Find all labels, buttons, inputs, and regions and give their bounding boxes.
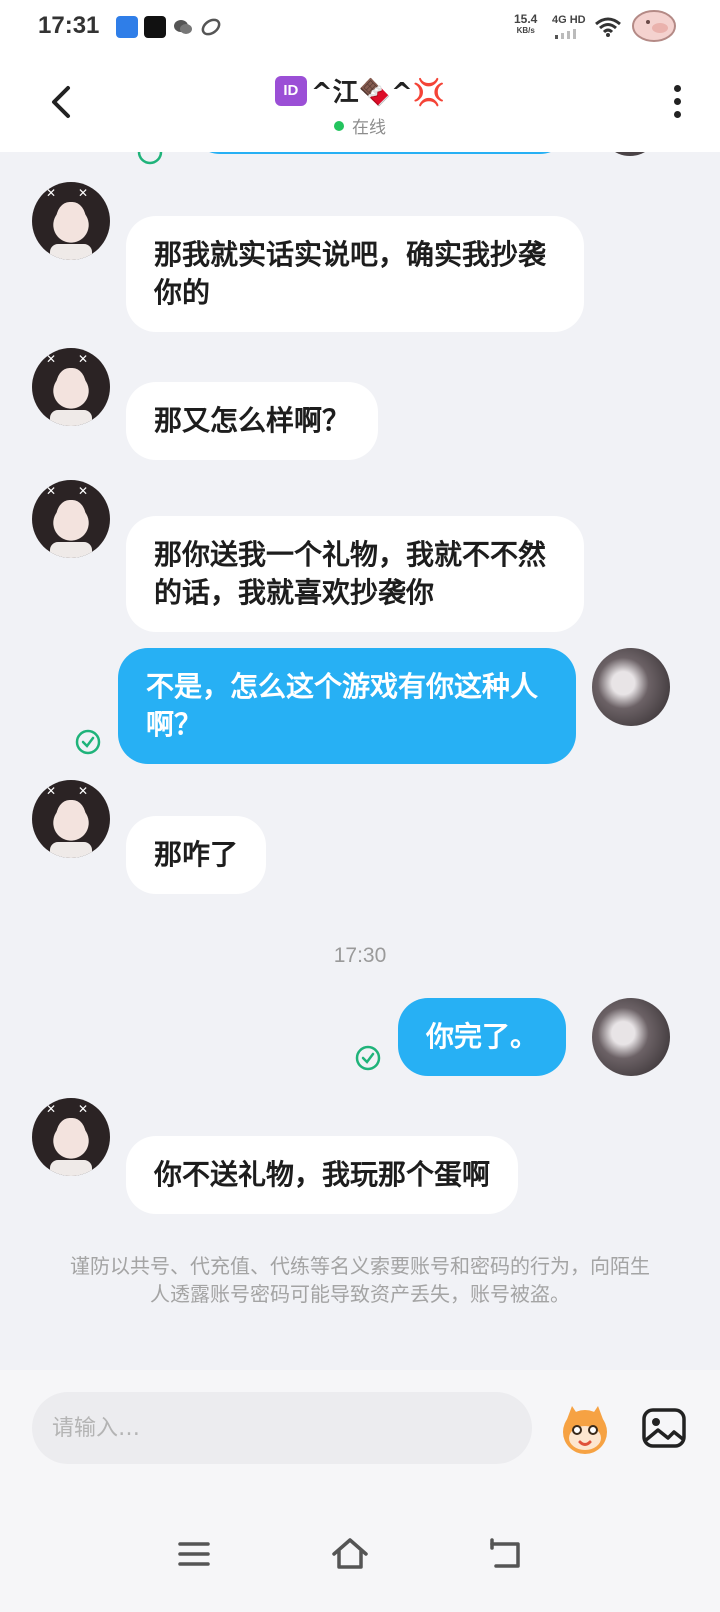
contact-avatar[interactable]: ✕✕ [32, 1098, 110, 1176]
id-badge: ID [274, 75, 307, 106]
network-speed-value: 15.4 [514, 12, 538, 26]
message-timestamp: 17:30 [333, 944, 387, 967]
network-speed-unit: KB/s [516, 26, 535, 35]
read-check-icon [137, 152, 163, 165]
message-bubble-outgoing[interactable]: 不是，怎么这个游戏有你这种人啊？ [118, 648, 576, 764]
message-bubble-incoming[interactable]: 那我就实话实说吧，确实我抄袭你的 [126, 216, 584, 332]
avatar-face [56, 500, 86, 540]
contact-avatar[interactable]: ✕✕ [32, 182, 110, 260]
safety-notice: 谨防以共号、代充值、代练等名义索要账号和密码的行为，向陌生人透露账号密码可能导致… [70, 1254, 650, 1306]
my-avatar[interactable] [592, 998, 670, 1076]
battery-icon [632, 10, 676, 42]
avatar-face [56, 202, 86, 242]
avatar-ears: ✕✕ [46, 1102, 110, 1116]
online-status: 在线 [334, 113, 386, 138]
avatar-face [56, 368, 86, 408]
partial-message-bubble [190, 152, 570, 154]
avatar-collar [50, 410, 92, 426]
online-status-label: 在线 [352, 118, 386, 138]
contact-avatar[interactable]: ✕✕ [32, 780, 110, 858]
chat-message-list[interactable]: ✕✕ 那我就实话实说吧，确实我抄袭你的 ✕✕ 那又怎么样啊？ ✕✕ 那你送我一个… [0, 152, 720, 1370]
chat-title[interactable]: ID ^江🍫^💢 [274, 72, 446, 109]
app-notification-icon [144, 16, 166, 38]
message-bubble-incoming[interactable]: 那你送我一个礼物，我就不不然的话，我就喜欢抄袭你 [126, 516, 584, 632]
avatar-face [56, 800, 86, 840]
avatar-collar [50, 1160, 92, 1176]
read-check-icon [355, 1045, 381, 1071]
avatar-ears: ✕✕ [46, 352, 110, 366]
message-input[interactable] [32, 1392, 532, 1464]
online-dot [334, 120, 344, 131]
contact-name: ^江🍫^💢 [310, 78, 446, 108]
home-icon[interactable] [330, 1534, 370, 1574]
wechat-icon [172, 16, 194, 38]
my-avatar[interactable] [592, 648, 670, 726]
status-bar: 17:31 15.4 KB/s 4G HD [0, 0, 720, 56]
more-dot-icon [673, 98, 681, 105]
partial-avatar [600, 152, 660, 156]
contact-avatar[interactable]: ✕✕ [32, 480, 110, 558]
chat-title-block: ID ^江🍫^💢 在线 [0, 72, 720, 138]
message-input-bar [0, 1370, 720, 1494]
system-nav-bar [0, 1494, 720, 1612]
link-icon [200, 16, 222, 38]
avatar-ears: ✕✕ [46, 186, 110, 200]
status-time: 17:31 [38, 12, 100, 39]
contact-avatar[interactable]: ✕✕ [32, 348, 110, 426]
back-nav-icon[interactable] [486, 1534, 526, 1574]
avatar-ears: ✕✕ [46, 484, 110, 498]
image-picker-button[interactable] [638, 1402, 690, 1454]
more-options-button[interactable] [664, 82, 690, 126]
avatar-collar [50, 842, 92, 858]
message-bubble-incoming[interactable]: 你不送礼物，我玩那个蛋啊 [126, 1136, 519, 1214]
network-speed: 15.4 KB/s [514, 12, 538, 36]
avatar-collar [50, 542, 92, 558]
message-bubble-incoming[interactable]: 那咋了 [126, 816, 267, 894]
network-type: 4G HD [552, 14, 586, 26]
more-dot-icon [673, 111, 681, 118]
avatar-ears: ✕✕ [46, 784, 110, 798]
avatar-collar [50, 244, 92, 260]
signal-icon [555, 29, 576, 39]
avatar-face [56, 1118, 86, 1158]
message-bubble-incoming[interactable]: 那又怎么样啊？ [126, 382, 379, 460]
more-dot-icon [673, 85, 681, 92]
wifi-icon [595, 17, 621, 37]
app-notification-icon [116, 16, 138, 38]
chat-header: ID ^江🍫^💢 在线 [0, 56, 720, 152]
menu-icon[interactable] [174, 1534, 214, 1574]
read-check-icon [75, 729, 101, 755]
message-bubble-outgoing[interactable]: 你完了。 [398, 998, 567, 1076]
sticker-button[interactable] [556, 1400, 614, 1458]
